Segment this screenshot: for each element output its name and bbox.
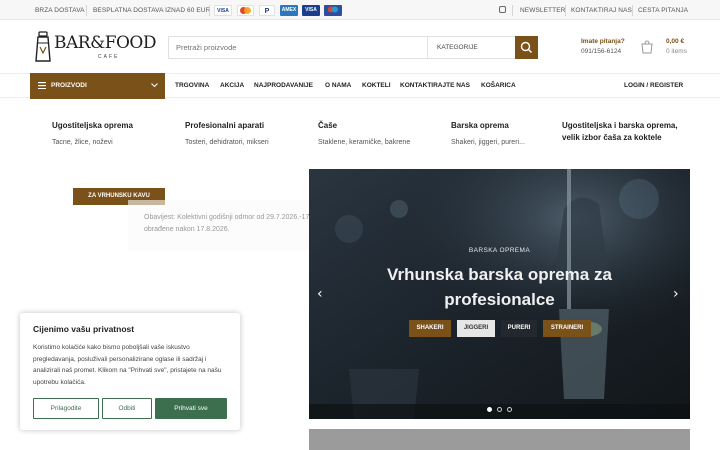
nav-o-nama[interactable]: O NAMA <box>325 82 351 89</box>
slider-next-arrow[interactable]: › <box>673 286 679 302</box>
divider <box>427 37 428 58</box>
mega-menu-title[interactable]: Ugostiteljska oprema <box>52 120 133 132</box>
nav-kokteli[interactable]: KOKTELI <box>362 82 391 89</box>
top-bar: BRZA DOSTAVA BESPLATNA DOSTAVA IZNAD 60 … <box>0 0 720 20</box>
cookie-title: Cijenimo vašu privatnost <box>33 324 135 334</box>
lower-banner <box>309 429 690 450</box>
help-contact[interactable]: Imate pitanja? 091/156-6124 <box>581 38 625 55</box>
cart-summary[interactable]: 0,00 € 0 items <box>666 38 687 55</box>
login-register-link[interactable]: LOGIN / REGISTER <box>624 82 683 89</box>
mega-menu-title[interactable]: Ugostiteljska i barska oprema, velik izb… <box>562 120 692 144</box>
visa-icon: VISA <box>214 5 232 16</box>
hero-slider[interactable]: BARSKA OPREMA Vrhunska barska oprema za … <box>309 169 690 419</box>
mega-menu-subtitle[interactable]: Staklene, keramičke, bakrene <box>318 139 410 146</box>
help-question: Imate pitanja? <box>581 38 625 45</box>
divider <box>209 5 210 16</box>
slider-dot[interactable] <box>507 407 512 412</box>
contact-link[interactable]: KONTAKTIRAJ NAS <box>571 7 632 14</box>
cookie-reject-button[interactable]: Odbiti <box>102 398 152 419</box>
slider-dot[interactable] <box>487 407 492 412</box>
mega-menu-title[interactable]: Profesionalni aparati <box>185 120 264 132</box>
logo[interactable]: BAR&FOOD CAFE <box>34 31 157 63</box>
chevron-down-icon <box>151 83 158 88</box>
slider-dot[interactable] <box>497 407 502 412</box>
visa-electron-icon: VISA <box>302 5 320 16</box>
logo-subtitle: CAFE <box>98 54 120 60</box>
hero-title: Vrhunska barska oprema za profesionalce <box>387 265 612 309</box>
search-button[interactable] <box>515 36 538 59</box>
free-shipping-text: BESPLATNA DOSTAVA IZNAD 60 EUR <box>93 7 211 14</box>
cart-amount: 0,00 € <box>666 38 685 45</box>
category-select[interactable]: KATEGORIJE <box>437 44 478 51</box>
cookie-consent-dialog: Cijenimo vašu privatnost Koristimo kolač… <box>20 313 240 430</box>
divider <box>632 5 633 16</box>
divider <box>86 5 87 16</box>
nav-trgovina[interactable]: TRGOVINA <box>175 82 209 89</box>
search-input[interactable] <box>169 37 427 58</box>
help-phone[interactable]: 091/156-6124 <box>581 48 625 55</box>
hero-button-jiggeri[interactable]: JIGGERI <box>457 320 495 337</box>
nav-kontakt[interactable]: KONTAKTIRAJTE NAS <box>400 82 470 89</box>
hero-button-shakeri[interactable]: SHAKERI <box>409 320 451 337</box>
mega-menu-subtitle[interactable]: Shakeri, jiggeri, pureri... <box>451 139 525 146</box>
hamburger-icon <box>38 82 46 89</box>
hero-button-straineri[interactable]: STRAINERI <box>543 320 591 337</box>
hero-eyebrow: BARSKA OPREMA <box>468 247 531 254</box>
products-menu-button[interactable]: PROIZVODI <box>30 73 165 99</box>
slider-prev-arrow[interactable]: ‹ <box>317 286 323 302</box>
cocktail-shaker-icon <box>35 31 51 62</box>
mastercard-icon <box>237 5 254 16</box>
fast-delivery-text: BRZA DOSTAVA <box>35 7 85 14</box>
cookie-accept-button[interactable]: Prihvati sve <box>155 398 227 419</box>
mega-menu-subtitle[interactable]: Tacne, žlice, noževi <box>52 139 113 146</box>
mega-menu-title[interactable]: Čaše <box>318 120 337 132</box>
logo-text: BAR&FOOD <box>54 33 157 53</box>
mega-menu-title[interactable]: Barska oprema <box>451 120 509 132</box>
hero-button-pureri[interactable]: PURERI <box>501 320 537 337</box>
newsletter-link[interactable]: NEWSLETTER <box>520 7 565 14</box>
faq-link[interactable]: CESTA PITANJA <box>638 7 688 14</box>
cart-icon[interactable] <box>640 40 654 54</box>
nav-kosarica[interactable]: KOŠARICA <box>481 82 516 89</box>
instagram-icon[interactable] <box>499 6 506 13</box>
divider <box>512 5 513 16</box>
nav-akcija[interactable]: AKCIJA <box>220 82 244 89</box>
divider <box>565 5 566 16</box>
cart-count: 0 items <box>666 48 687 55</box>
search-icon <box>520 41 533 54</box>
search-bar: KATEGORIJE <box>168 36 538 59</box>
maestro-icon <box>324 5 342 16</box>
cookie-text: Koristimo kolačiće kako bismo poboljšali… <box>33 344 222 386</box>
cookie-customize-button[interactable]: Prilagodite <box>33 398 99 419</box>
paypal-icon: P <box>259 5 275 16</box>
products-label: PROIZVODI <box>51 82 87 89</box>
mega-menu-subtitle[interactable]: Tosteri, dehidratori, mikseri <box>185 139 269 146</box>
amex-icon: AMEX <box>280 5 298 16</box>
nav-najprodavanije[interactable]: NAJPRODAVANIJE <box>254 82 313 89</box>
